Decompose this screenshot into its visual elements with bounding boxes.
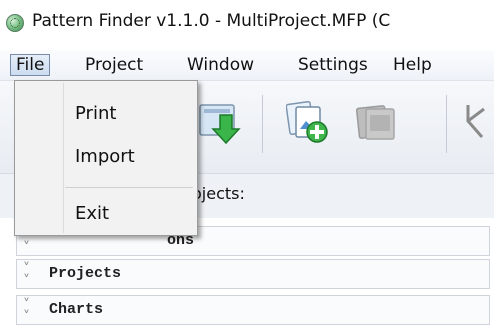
app-icon bbox=[6, 14, 24, 32]
file-dropdown-menu: Print Import Exit bbox=[14, 80, 198, 236]
menu-separator bbox=[65, 187, 193, 188]
title-bar: Pattern Finder v1.1.0 - MultiProject.MFP… bbox=[0, 0, 494, 50]
menu-item-exit[interactable]: Exit bbox=[75, 203, 109, 224]
menu-bar: File Project Window Settings Help bbox=[0, 50, 494, 81]
chevron-down-icon[interactable]: ˅ ˅ bbox=[23, 262, 30, 288]
import-button[interactable] bbox=[196, 99, 244, 147]
toolbar-separator bbox=[446, 95, 447, 153]
tree-row-label: Projects bbox=[49, 265, 122, 282]
window-title: Pattern Finder v1.1.0 - MultiProject.MFP… bbox=[32, 11, 391, 31]
add-project-button[interactable] bbox=[286, 99, 334, 147]
tree-branch-icon bbox=[466, 105, 485, 138]
add-project-icon bbox=[286, 100, 328, 143]
menu-item-print[interactable]: Print bbox=[75, 103, 116, 124]
remove-project-icon bbox=[355, 105, 395, 140]
menu-item-import[interactable]: Import bbox=[75, 146, 135, 167]
import-download-icon bbox=[199, 104, 241, 145]
menu-project[interactable]: Project bbox=[80, 54, 148, 76]
tree-branch-button[interactable] bbox=[458, 99, 494, 147]
chevron-down-icon[interactable]: ˅ ˅ bbox=[23, 298, 30, 324]
menu-help[interactable]: Help bbox=[388, 54, 437, 76]
projects-label: ojects: bbox=[192, 184, 245, 203]
tree-row-label: Charts bbox=[49, 301, 104, 318]
toolbar-separator bbox=[262, 95, 263, 153]
menu-settings[interactable]: Settings bbox=[293, 54, 373, 76]
tree-row-charts[interactable]: ˅ ˅ Charts bbox=[16, 295, 490, 325]
remove-project-button[interactable] bbox=[354, 99, 402, 147]
menu-file[interactable]: File bbox=[10, 54, 51, 76]
menu-window[interactable]: Window bbox=[182, 54, 259, 76]
tree-row-projects[interactable]: ˅ ˅ Projects bbox=[16, 259, 490, 289]
